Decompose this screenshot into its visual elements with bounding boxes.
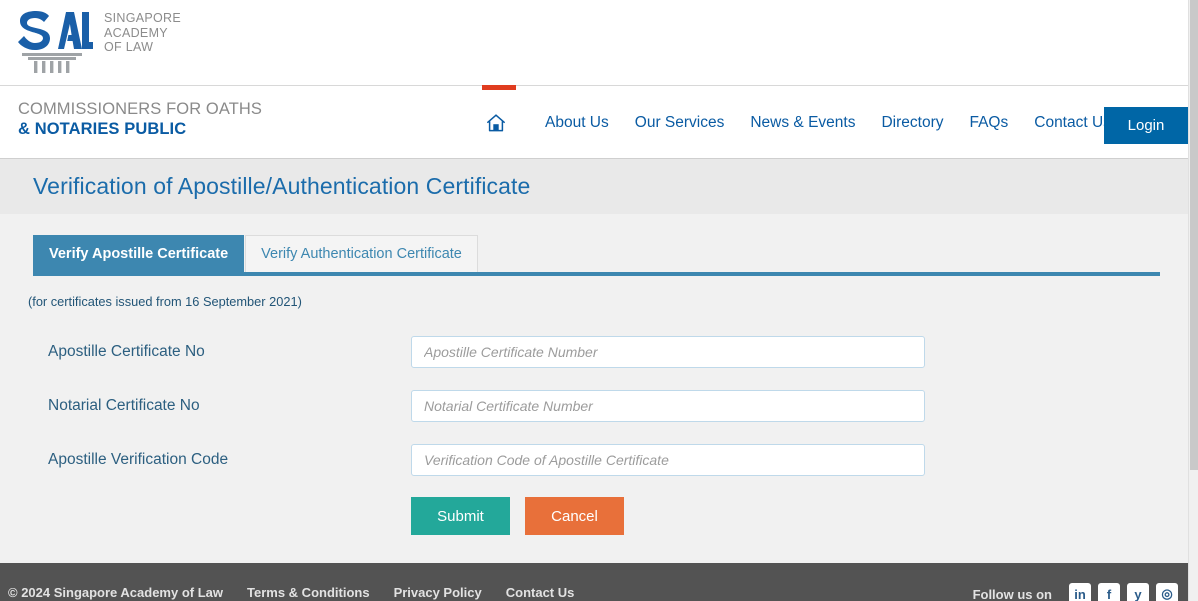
page-title: Verification of Apostille/Authentication… [33,173,531,199]
site-footer: © 2024 Singapore Academy of Law Terms & … [0,563,1188,601]
cancel-button[interactable]: Cancel [525,497,624,535]
site-title-line-2: & NOTARIES PUBLIC [18,120,187,138]
tab-verify-apostille-certificate[interactable]: Verify Apostille Certificate [33,235,245,272]
form-row-apostille-verification-code: Apostille Verification Code [0,433,1188,487]
facebook-icon[interactable]: f [1098,583,1120,601]
page-title-band: Verification of Apostille/Authentication… [0,159,1188,214]
label-notarial-certificate-no: Notarial Certificate No [48,397,200,414]
sal-logo[interactable]: SINGAPORE ACADEMY OF LAW [14,5,181,75]
label-apostille-certificate-no: Apostille Certificate No [48,343,205,360]
logo-bar: SINGAPORE ACADEMY OF LAW [0,0,1188,86]
scrollbar-thumb[interactable] [1190,0,1198,470]
tab-verify-authentication-certificate[interactable]: Verify Authentication Certificate [245,235,478,272]
sal-logo-wordmark: SINGAPORE ACADEMY OF LAW [104,11,182,54]
page-root: SINGAPORE ACADEMY OF LAW COMMISSIONERS F… [0,0,1198,601]
page-scrollbar[interactable] [1188,0,1198,601]
main-navigation-bar: COMMISSIONERS FOR OATHS & NOTARIES PUBLI… [0,85,1188,159]
form-button-row: Submit Cancel [0,497,1188,537]
form-row-apostille-certificate-no: Apostille Certificate No [0,325,1188,379]
footer-link-privacy-policy[interactable]: Privacy Policy [394,585,482,600]
login-button[interactable]: Login [1104,107,1188,144]
sal-logo-mark [14,5,94,75]
main-content: Verify Apostille Certificate Verify Auth… [0,214,1188,537]
label-apostille-verification-code: Apostille Verification Code [48,451,229,468]
apostille-verification-form: (for certificates issued from 16 Septemb… [0,272,1188,537]
nav-items: About Us Our Services News & Events Dire… [480,85,1124,159]
home-icon [486,113,506,133]
nav-link-faqs[interactable]: FAQs [956,114,1021,132]
nav-link-news-events[interactable]: News & Events [737,114,868,132]
follow-us-label: Follow us on [972,586,1052,601]
footer-link-contact-us[interactable]: Contact Us [506,585,575,600]
form-row-notarial-certificate-no: Notarial Certificate No [0,379,1188,433]
instagram-icon[interactable]: ◎ [1156,583,1178,601]
site-title-line-1: COMMISSIONERS FOR OATHS [18,100,263,118]
form-note: (for certificates issued from 16 Septemb… [28,294,302,309]
linkedin-icon[interactable]: in [1069,583,1091,601]
input-apostille-verification-code[interactable] [411,444,925,476]
input-notarial-certificate-no[interactable] [411,390,925,422]
browser-viewport: SINGAPORE ACADEMY OF LAW COMMISSIONERS F… [0,0,1188,601]
footer-copyright: © 2024 Singapore Academy of Law [8,585,224,600]
twitter-icon[interactable]: y [1127,583,1149,601]
footer-link-terms-conditions[interactable]: Terms & Conditions [247,585,370,600]
submit-button[interactable]: Submit [411,497,510,535]
tab-bar: Verify Apostille Certificate Verify Auth… [33,235,1188,272]
site-title: COMMISSIONERS FOR OATHS & NOTARIES PUBLI… [18,99,262,139]
nav-link-about-us[interactable]: About Us [532,114,622,132]
nav-link-directory[interactable]: Directory [868,114,956,132]
nav-link-our-services[interactable]: Our Services [622,114,738,132]
footer-left-group: © 2024 Singapore Academy of Law Terms & … [8,585,574,600]
input-apostille-certificate-no[interactable] [411,336,925,368]
footer-social-group: Follow us on in f y ◎ [973,583,1178,601]
nav-home-link[interactable] [480,85,516,159]
